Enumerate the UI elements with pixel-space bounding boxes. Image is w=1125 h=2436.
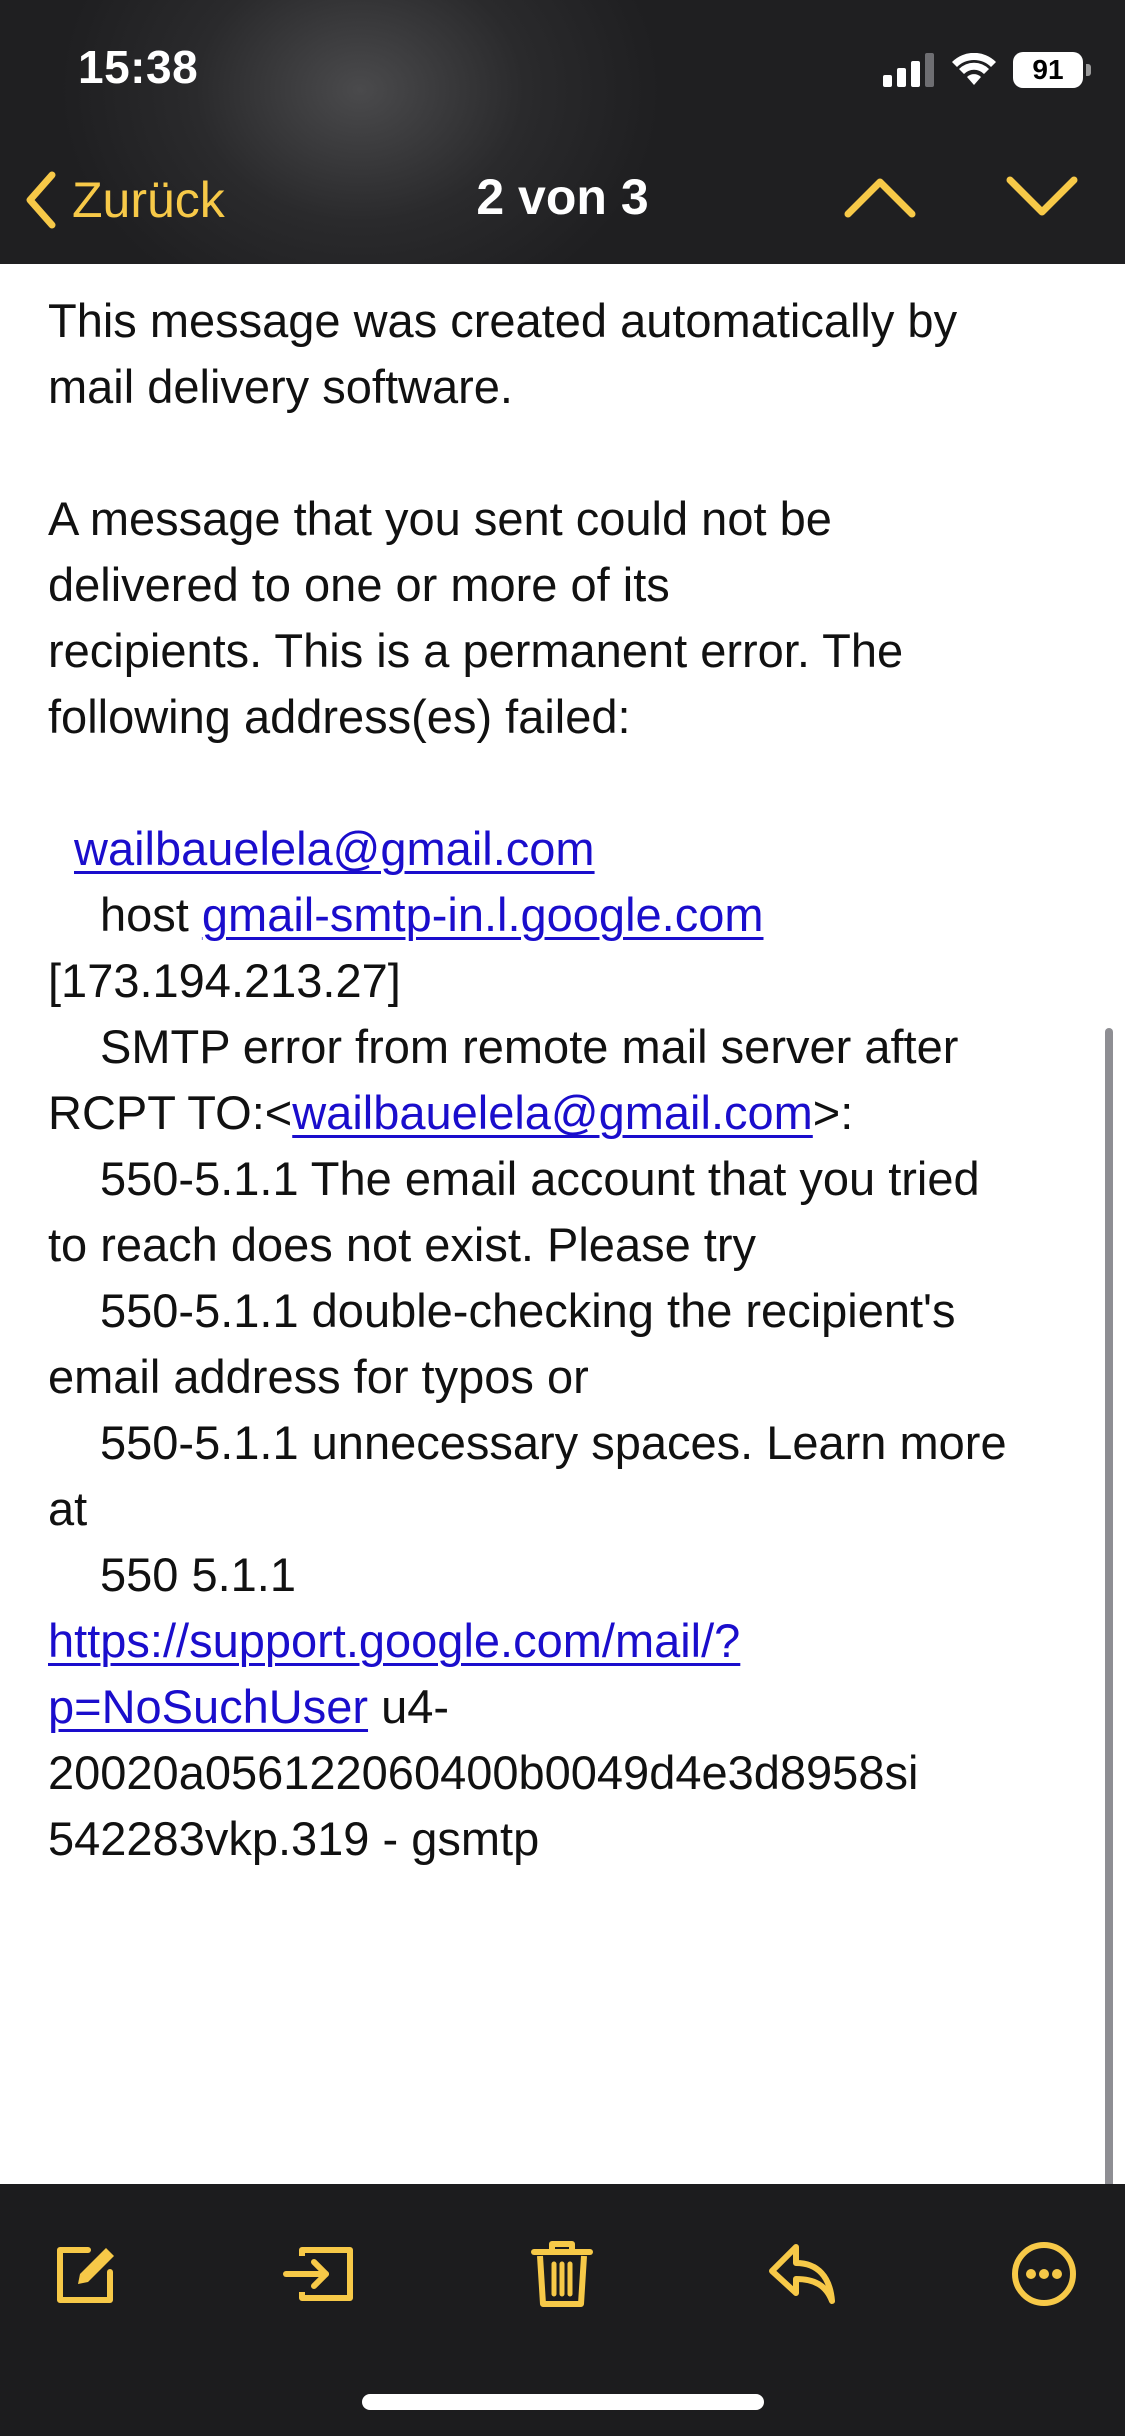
message-position-title: 2 von 3 xyxy=(476,169,649,225)
body-line: 550-5.1.1 double-checking the recipient'… xyxy=(100,1284,956,1337)
message-text: This message was created automatically b… xyxy=(48,288,1088,1872)
rcpt-prefix: RCPT TO:< xyxy=(48,1086,293,1139)
recipient-line: wailbauelela@gmail.com xyxy=(48,816,1088,882)
recipient-email-link[interactable]: wailbauelela@gmail.com xyxy=(74,822,595,875)
move-to-folder-icon xyxy=(283,2247,353,2301)
home-indicator[interactable] xyxy=(362,2394,764,2410)
support-link-part2[interactable]: p=NoSuchUser xyxy=(48,1680,368,1733)
trace-suffix: u4- xyxy=(368,1680,450,1733)
body-line: 550-5.1.1 The email account that you tri… xyxy=(100,1152,980,1205)
body-line: 550-5.1.1 unnecessary spaces. Learn more xyxy=(100,1416,1007,1469)
body-line: SMTP error from remote mail server after xyxy=(100,1020,959,1073)
chevron-down-icon xyxy=(1006,176,1078,216)
header: 15:38 91 Zurück 2 von 3 xyxy=(0,0,1125,264)
reply-icon xyxy=(769,2244,835,2304)
body-line: email address for typos or xyxy=(48,1350,589,1403)
status-indicators: 91 xyxy=(883,44,1091,96)
move-to-folder-button[interactable] xyxy=(280,2234,360,2314)
support-link-part1[interactable]: https://support.google.com/mail/? xyxy=(48,1614,740,1667)
support-link-line: https://support.google.com/mail/? xyxy=(48,1608,1088,1674)
body-line: delivered to one or more of its xyxy=(48,558,670,611)
body-line: to reach does not exist. Please try xyxy=(48,1218,756,1271)
host-line: host gmail-smtp-in.l.google.com xyxy=(48,882,1088,948)
trace-line: 542283vkp.319 - gsmtp xyxy=(48,1812,540,1865)
rcpt-suffix: >: xyxy=(812,1086,854,1139)
body-line: following address(es) failed: xyxy=(48,690,631,743)
message-body[interactable]: This message was created automatically b… xyxy=(0,264,1125,2184)
reply-button[interactable] xyxy=(762,2234,842,2314)
body-line: A message that you sent could not be xyxy=(48,492,832,545)
battery-level: 91 xyxy=(1032,54,1064,85)
scrollbar[interactable] xyxy=(1105,1028,1113,2184)
cellular-signal-icon xyxy=(883,53,934,87)
host-prefix: host xyxy=(100,888,202,941)
wifi-icon xyxy=(952,53,996,85)
rcpt-line: RCPT TO:<wailbauelela@gmail.com>: xyxy=(48,1080,1088,1146)
support-link-line: p=NoSuchUser u4- xyxy=(48,1674,1088,1740)
more-icon xyxy=(1012,2242,1076,2306)
compose-button[interactable] xyxy=(46,2234,126,2314)
host-link[interactable]: gmail-smtp-in.l.google.com xyxy=(202,888,764,941)
body-line: at xyxy=(48,1482,88,1535)
more-button[interactable] xyxy=(1004,2234,1084,2314)
rcpt-email-link[interactable]: wailbauelela@gmail.com xyxy=(292,1086,813,1139)
body-line: This message was created automatically b… xyxy=(48,294,958,347)
chevron-up-icon xyxy=(844,178,916,218)
delete-button[interactable] xyxy=(522,2234,602,2314)
body-line: 550 5.1.1 xyxy=(100,1548,297,1601)
compose-icon xyxy=(57,2247,114,2303)
body-line: mail delivery software. xyxy=(48,360,513,413)
next-message-button[interactable] xyxy=(1004,162,1080,232)
previous-message-button[interactable] xyxy=(842,162,918,232)
host-ip: [173.194.213.27] xyxy=(48,954,401,1007)
battery-indicator: 91 xyxy=(1013,52,1091,88)
trash-icon xyxy=(531,2241,593,2307)
trace-line: 20020a056122060400b0049d4e3d8958si xyxy=(48,1746,919,1799)
status-time: 15:38 xyxy=(78,41,199,93)
body-line: recipients. This is a permanent error. T… xyxy=(48,624,904,677)
mail-message-screen: 15:38 91 Zurück 2 von 3 This message was… xyxy=(0,0,1125,2436)
